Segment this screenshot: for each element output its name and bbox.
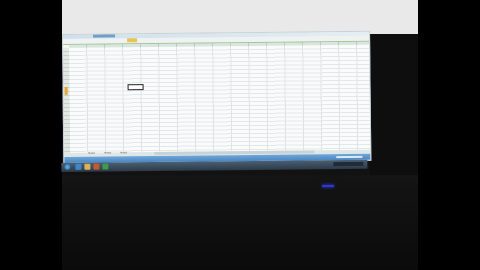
quick-access-toolbar[interactable] <box>93 34 116 38</box>
sheet-tab-3[interactable]: Sheet3 <box>120 152 127 154</box>
taskbar <box>61 159 368 172</box>
selected-cell[interactable] <box>127 84 144 91</box>
sheet-tab-1[interactable]: Sheet1 <box>88 153 95 155</box>
desk-shadow <box>62 175 418 270</box>
excel-icon[interactable] <box>102 163 109 170</box>
row-marker <box>64 86 68 95</box>
system-tray[interactable] <box>333 161 364 167</box>
monitor-bezel-right <box>370 34 418 175</box>
folder-icon[interactable] <box>84 163 91 170</box>
power-led <box>322 185 334 187</box>
zoom-slider[interactable] <box>336 155 363 159</box>
cell-grid[interactable] <box>69 44 371 153</box>
start-orb-icon[interactable] <box>64 163 71 170</box>
media-icon[interactable] <box>93 163 100 170</box>
monitor: Sheet1 Sheet2 Sheet3 <box>60 29 373 173</box>
sheet-tab-2[interactable]: Sheet2 <box>104 152 111 154</box>
spreadsheet-window: Sheet1 Sheet2 Sheet3 <box>62 30 372 164</box>
ribbon-active-button[interactable] <box>127 38 138 43</box>
ie-icon[interactable] <box>75 163 82 170</box>
